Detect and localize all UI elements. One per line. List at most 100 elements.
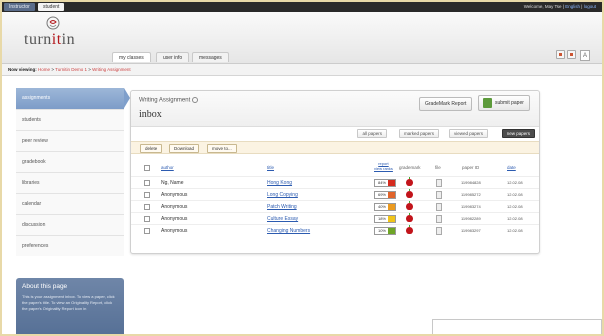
move-to-button[interactable]: move to... [207, 144, 237, 153]
header: turnitin my classes user info messages A [2, 12, 602, 64]
breadcrumb-class[interactable]: Turnitin Demo 1 [55, 67, 87, 72]
role-tab-student[interactable]: student [38, 3, 65, 11]
row-author: Anonymous [161, 228, 188, 234]
file-icon[interactable] [436, 227, 442, 235]
row-title-link[interactable]: Changing Numbers [267, 228, 310, 234]
similarity-color-bar [388, 180, 395, 186]
print-button[interactable] [567, 50, 576, 59]
submit-paper-button[interactable]: submit paper [478, 95, 530, 111]
table-row: Anonymous Patch Writing 40% 119983274 12… [131, 200, 539, 212]
similarity-color-bar [388, 192, 395, 198]
similarity-color-bar [388, 216, 395, 222]
row-checkbox[interactable] [144, 180, 150, 186]
file-icon[interactable] [436, 203, 442, 211]
tab-my-classes[interactable]: my classes [112, 52, 151, 62]
breadcrumb-trail: Now viewing: Home > Turnitin Demo 1 > Wr… [8, 67, 131, 72]
row-author: Anonymous [161, 216, 188, 222]
role-tab-instructor[interactable]: Instructor [4, 3, 35, 11]
filter-marked-papers[interactable]: marked papers [398, 129, 439, 138]
column-author[interactable]: author [161, 165, 174, 170]
about-title: About this page [22, 283, 68, 290]
row-checkbox[interactable] [144, 228, 150, 234]
sidebar-item-calendar[interactable]: calendar [16, 193, 124, 214]
originality-report-button[interactable]: 84% [374, 179, 396, 187]
turnitin-logo-icon [46, 16, 60, 30]
sidebar-item-peer-review[interactable]: peer review [16, 130, 124, 151]
inbox-panel: Writing Assignment inbox GradeMark Repor… [130, 90, 540, 254]
grademark-apple-icon[interactable] [406, 225, 413, 234]
grademark-apple-icon[interactable] [406, 189, 413, 198]
file-icon[interactable] [436, 179, 442, 187]
breadcrumb-assignment[interactable]: Writing Assignment [92, 67, 130, 72]
help-button[interactable] [556, 50, 565, 59]
about-text: This is your assignment inbox. To view a… [22, 294, 115, 311]
sidebar-item-libraries[interactable]: libraries [16, 172, 124, 193]
sidebar-item-assignments[interactable]: assignments [16, 88, 130, 109]
row-title-link[interactable]: Patch Writing [267, 204, 297, 210]
breadcrumb-label: Now viewing: [8, 67, 37, 72]
assignment-title: Writing Assignment [139, 97, 199, 104]
originality-report-button[interactable]: 10% [374, 227, 396, 235]
grademark-apple-icon[interactable] [406, 213, 413, 222]
grademark-apple-icon[interactable] [406, 201, 413, 210]
row-author: Anonymous [161, 204, 188, 210]
turnitin-logo[interactable]: turnitin [24, 16, 94, 56]
column-grademark: grademark [399, 165, 421, 170]
separator: | [562, 4, 564, 9]
filter-new-papers[interactable]: new papers [501, 129, 535, 138]
welcome-text: Welcome, May Tse [523, 4, 562, 9]
row-date: 12.02.08 [507, 180, 523, 185]
row-checkbox[interactable] [144, 216, 150, 222]
similarity-color-bar [388, 228, 395, 234]
delete-button[interactable]: delete [140, 144, 163, 153]
originality-report-button[interactable]: 40% [374, 203, 396, 211]
submit-paper-icon [483, 98, 492, 108]
column-report[interactable]: report view ranks [374, 161, 393, 171]
text-size-button[interactable]: A [580, 50, 590, 61]
breadcrumb-home[interactable]: Home [38, 67, 50, 72]
info-icon[interactable] [192, 97, 199, 103]
row-paper-id: 119984828 [461, 180, 481, 185]
table-row: Ng, Name Hong Kong 84% 119984828 12.02.0… [131, 176, 539, 188]
filter-all-papers[interactable]: all papers [357, 129, 387, 138]
language-link[interactable]: English [565, 4, 580, 9]
table-row: Anonymous Long Copying 69% 119985272 12.… [131, 188, 539, 200]
about-box: About this page This is your assignment … [16, 278, 124, 334]
row-date: 12.02.08 [507, 216, 523, 221]
row-date: 12.02.08 [507, 228, 523, 233]
tab-messages[interactable]: messages [192, 52, 229, 62]
help-icon [559, 53, 562, 56]
row-title-link[interactable]: Hong Kong [267, 180, 292, 186]
sidebar-item-students[interactable]: students [16, 109, 124, 130]
originality-report-button[interactable]: 18% [374, 215, 396, 223]
file-icon[interactable] [436, 191, 442, 199]
breadcrumb-separator: > [51, 67, 54, 72]
sidebar-item-preferences[interactable]: preferences [16, 235, 124, 256]
filter-viewed-papers[interactable]: viewed papers [448, 129, 488, 138]
top-bar: Instructor student Welcome, May Tse | En… [2, 2, 602, 12]
row-title-link[interactable]: Culture Essay [267, 216, 298, 222]
row-checkbox[interactable] [144, 192, 150, 198]
column-date[interactable]: date [507, 165, 516, 170]
row-checkbox[interactable] [144, 204, 150, 210]
column-paper-id: paper ID [462, 165, 480, 170]
tab-user-info[interactable]: user info [156, 52, 190, 62]
row-title-link[interactable]: Long Copying [267, 192, 298, 198]
similarity-score: 10% [377, 228, 386, 233]
sidebar-item-discussion[interactable]: discussion [16, 214, 124, 235]
similarity-score: 40% [377, 204, 386, 209]
print-icon [570, 53, 573, 56]
file-icon[interactable] [436, 215, 442, 223]
breadcrumb-separator: > [88, 67, 91, 72]
grademark-report-button[interactable]: GradeMark Report [419, 97, 473, 111]
sidebar-item-gradebook[interactable]: gradebook [16, 151, 124, 172]
breadcrumb: Now viewing: Home > Turnitin Demo 1 > Wr… [2, 64, 602, 76]
originality-report-button[interactable]: 69% [374, 191, 396, 199]
select-all-checkbox[interactable] [144, 165, 150, 171]
row-paper-id: 119983274 [461, 204, 481, 209]
page-title: inbox [139, 109, 162, 120]
column-title[interactable]: title [267, 165, 274, 170]
download-button[interactable]: Download [169, 144, 200, 153]
grademark-apple-icon[interactable] [406, 177, 413, 186]
logout-link[interactable]: logout [584, 4, 596, 9]
